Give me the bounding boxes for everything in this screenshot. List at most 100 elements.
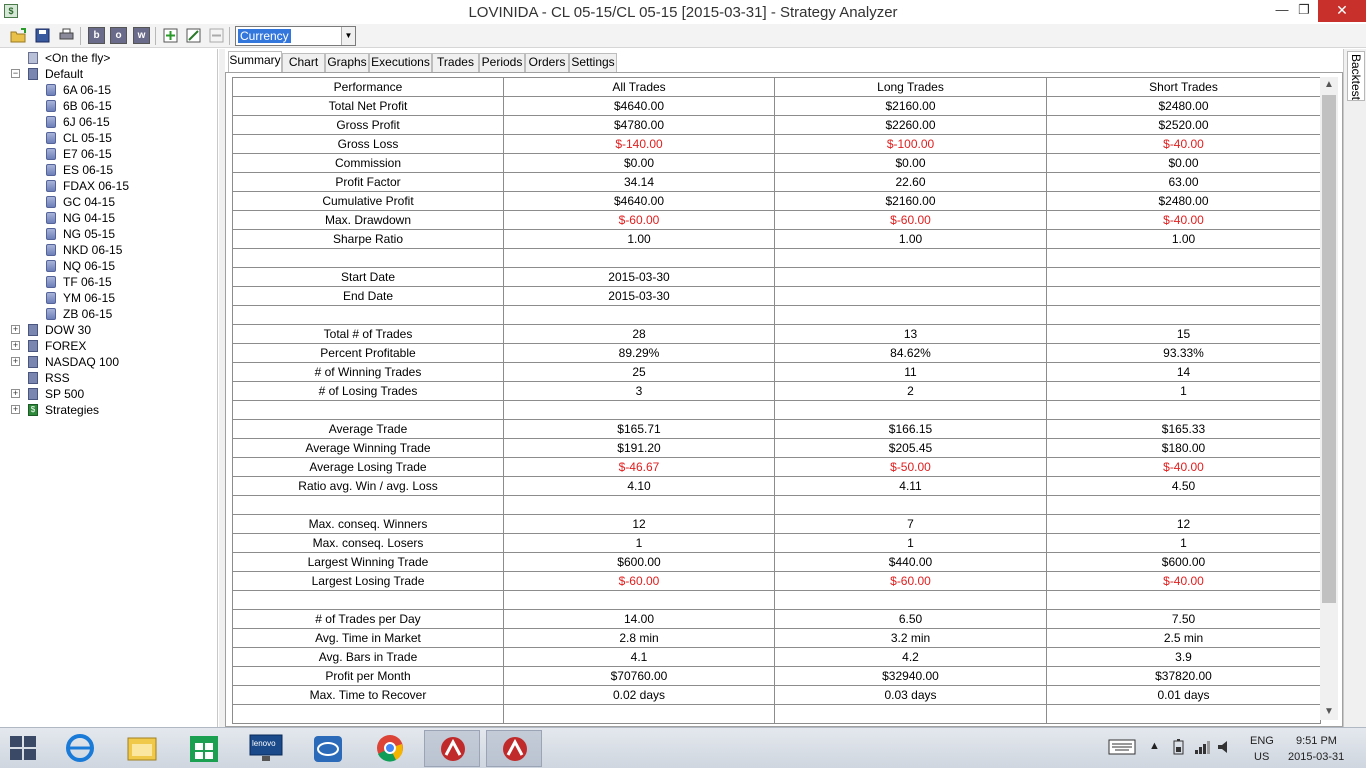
cell-short-trades[interactable]: $-40.00 — [1046, 571, 1321, 591]
table-row[interactable] — [232, 704, 1321, 724]
cell-metric[interactable]: Commission — [232, 153, 504, 173]
expand-icon[interactable]: + — [11, 405, 20, 414]
tree-item-instrument[interactable]: E7 06-15 — [46, 146, 112, 162]
table-row[interactable]: Profit Factor 34.14 22.60 63.00 — [232, 172, 1321, 192]
cell-long-trades[interactable]: 22.60 — [774, 172, 1047, 192]
cell-all-trades[interactable]: 1 — [503, 533, 775, 553]
chevron-up-icon[interactable]: ▲ — [1149, 740, 1160, 752]
cell-all-trades[interactable]: $600.00 — [503, 552, 775, 572]
table-row[interactable]: Max. Drawdown $-60.00 $-60.00 $-40.00 — [232, 210, 1321, 230]
cell-long-trades[interactable]: $2160.00 — [774, 96, 1047, 116]
store-icon[interactable] — [176, 730, 232, 767]
remove-icon[interactable] — [208, 27, 225, 44]
table-row[interactable]: # of Losing Trades 3 2 1 — [232, 381, 1321, 401]
tree-item-group[interactable]: + NASDAQ 100 — [11, 354, 119, 370]
cell-all-trades[interactable]: $0.00 — [503, 153, 775, 173]
cell-all-trades[interactable] — [503, 248, 775, 268]
start-button[interactable] — [10, 736, 38, 762]
cell-long-trades[interactable]: $2160.00 — [774, 191, 1047, 211]
tree-item-instrument[interactable]: FDAX 06-15 — [46, 178, 129, 194]
table-row[interactable] — [232, 248, 1321, 268]
cell-short-trades[interactable]: $2480.00 — [1046, 191, 1321, 211]
chrome-icon[interactable] — [362, 730, 418, 767]
tree-item-instrument[interactable]: 6B 06-15 — [46, 98, 112, 114]
table-row[interactable]: Cumulative Profit $4640.00 $2160.00 $2480.0… — [232, 191, 1321, 211]
table-row[interactable]: Max. conseq. Winners 12 7 12 — [232, 514, 1321, 534]
ninjatrader-icon[interactable] — [486, 730, 542, 767]
cell-all-trades[interactable]: $-60.00 — [503, 571, 775, 591]
cell-short-trades[interactable] — [1046, 495, 1321, 515]
keyboard-icon[interactable] — [1108, 739, 1136, 758]
cell-long-trades[interactable]: $166.15 — [774, 419, 1047, 439]
table-row[interactable]: Largest Losing Trade $-60.00 $-60.00 $-40.0… — [232, 571, 1321, 591]
maximize-button[interactable]: ❐ — [1290, 0, 1318, 22]
table-row[interactable]: Sharpe Ratio 1.00 1.00 1.00 — [232, 229, 1321, 249]
tree-item-instrument[interactable]: NG 05-15 — [46, 226, 115, 242]
tree-item-group[interactable]: + FOREX — [11, 338, 86, 354]
cell-short-trades[interactable]: 2.5 min — [1046, 628, 1321, 648]
cell-metric[interactable]: Avg. Bars in Trade — [232, 647, 504, 667]
cell-short-trades[interactable]: 15 — [1046, 324, 1321, 344]
cell-long-trades[interactable] — [774, 590, 1047, 610]
cell-all-trades[interactable] — [503, 495, 775, 515]
cell-short-trades[interactable]: 1 — [1046, 381, 1321, 401]
tree-item-instrument[interactable]: NQ 06-15 — [46, 258, 115, 274]
collapse-icon[interactable]: − — [11, 69, 20, 78]
clock-time[interactable]: 9:51 PM — [1296, 735, 1337, 747]
cell-short-trades[interactable]: $2480.00 — [1046, 96, 1321, 116]
cell-short-trades[interactable]: $0.00 — [1046, 153, 1321, 173]
cell-all-trades[interactable]: $-140.00 — [503, 134, 775, 154]
w-button[interactable]: w — [133, 27, 150, 44]
cell-all-trades[interactable] — [503, 305, 775, 325]
cell-all-trades[interactable]: 12 — [503, 514, 775, 534]
lenovo-icon[interactable]: lenovo — [238, 730, 294, 767]
cell-short-trades[interactable]: $37820.00 — [1046, 666, 1321, 686]
expand-icon[interactable]: + — [11, 341, 20, 350]
cell-long-trades[interactable]: 4.2 — [774, 647, 1047, 667]
cell-long-trades[interactable] — [774, 495, 1047, 515]
cell-all-trades[interactable]: $4780.00 — [503, 115, 775, 135]
clock-date[interactable]: 2015-03-31 — [1288, 751, 1344, 763]
column-header-performance[interactable]: Performance — [232, 77, 504, 97]
print-icon[interactable] — [58, 27, 75, 44]
currency-select[interactable]: Currency ▼ — [235, 26, 356, 46]
save-icon[interactable] — [34, 27, 51, 44]
cell-long-trades[interactable]: 3.2 min — [774, 628, 1047, 648]
cell-all-trades[interactable]: 4.1 — [503, 647, 775, 667]
o-button[interactable]: o — [110, 27, 127, 44]
cell-all-trades[interactable] — [503, 590, 775, 610]
cell-long-trades[interactable]: $-60.00 — [774, 571, 1047, 591]
cell-short-trades[interactable]: $2520.00 — [1046, 115, 1321, 135]
table-row[interactable]: Avg. Time in Market 2.8 min 3.2 min 2.5 min — [232, 628, 1321, 648]
region-indicator[interactable]: US — [1254, 751, 1269, 763]
backtest-tab[interactable]: Backtest — [1347, 51, 1365, 101]
cell-long-trades[interactable]: 2 — [774, 381, 1047, 401]
table-row[interactable]: Max. conseq. Losers 1 1 1 — [232, 533, 1321, 553]
vertical-scrollbar[interactable]: ▲ ▼ — [1320, 77, 1338, 720]
file-explorer-icon[interactable] — [114, 730, 170, 767]
cell-metric[interactable]: Average Losing Trade — [232, 457, 504, 477]
table-row[interactable]: Profit per Month $70760.00 $32940.00 $37820… — [232, 666, 1321, 686]
tab-summary[interactable]: Summary — [228, 51, 282, 73]
tree-item-instrument[interactable]: GC 04-15 — [46, 194, 115, 210]
cell-long-trades[interactable]: 1.00 — [774, 229, 1047, 249]
cell-all-trades[interactable]: 4.10 — [503, 476, 775, 496]
cell-metric[interactable]: Max. conseq. Winners — [232, 514, 504, 534]
cell-short-trades[interactable]: 63.00 — [1046, 172, 1321, 192]
cell-short-trades[interactable]: $165.33 — [1046, 419, 1321, 439]
cell-metric[interactable] — [232, 305, 504, 325]
tab-executions[interactable]: Executions — [369, 53, 432, 72]
cell-metric[interactable] — [232, 590, 504, 610]
cell-all-trades[interactable]: 89.29% — [503, 343, 775, 363]
table-row[interactable] — [232, 590, 1321, 610]
cell-metric[interactable]: # of Losing Trades — [232, 381, 504, 401]
cell-metric[interactable]: Max. Drawdown — [232, 210, 504, 230]
cell-all-trades[interactable]: 2015-03-30 — [503, 286, 775, 306]
tab-periods[interactable]: Periods — [479, 53, 525, 72]
table-row[interactable]: Average Trade $165.71 $166.15 $165.33 — [232, 419, 1321, 439]
cell-long-trades[interactable] — [774, 305, 1047, 325]
tree-item-instrument[interactable]: YM 06-15 — [46, 290, 115, 306]
cell-short-trades[interactable]: 3.9 — [1046, 647, 1321, 667]
cell-metric[interactable]: # of Winning Trades — [232, 362, 504, 382]
cell-all-trades[interactable]: $191.20 — [503, 438, 775, 458]
